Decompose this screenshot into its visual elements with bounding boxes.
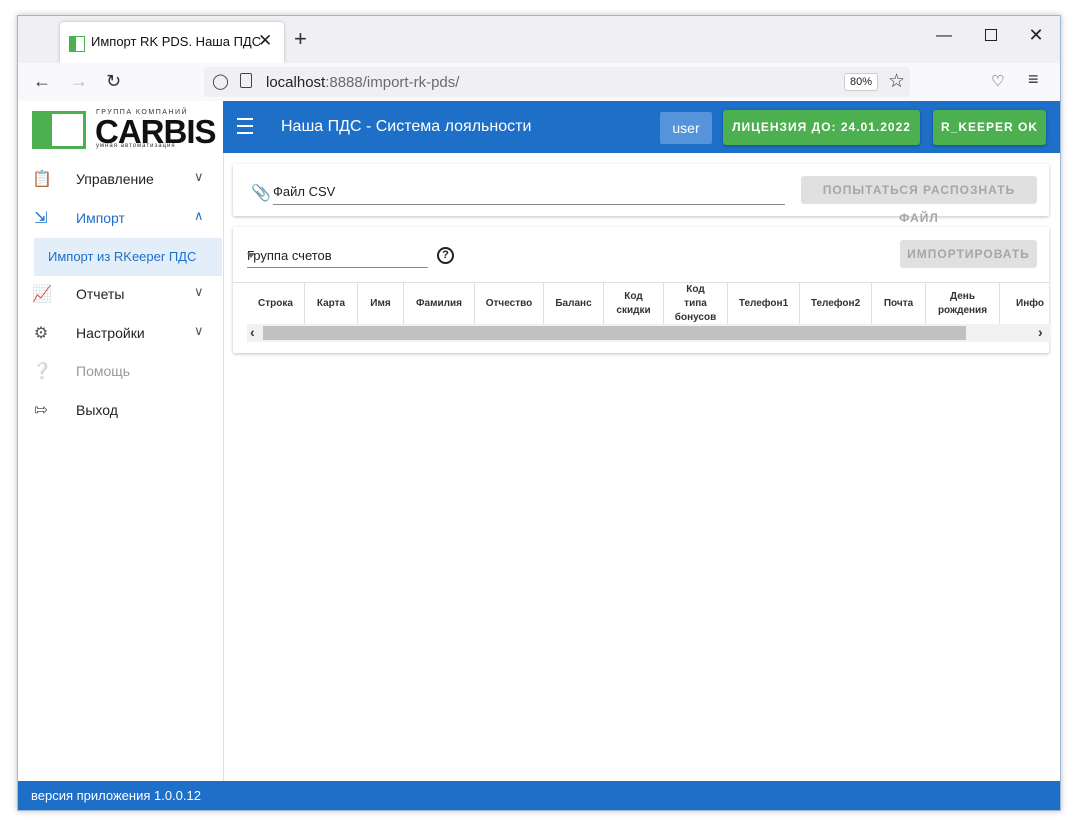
login-icon: ⇲ <box>34 210 48 227</box>
reload-icon[interactable]: ↻ <box>106 71 121 92</box>
minimize-icon[interactable]: — <box>934 27 954 45</box>
app-bar: Наша ПДС - Система лояльности user ЛИЦЕН… <box>223 101 1060 153</box>
close-window-icon[interactable]: ✕ <box>1026 25 1046 46</box>
carbis-logo: ГРУППА КОМПАНИЙ CARBIS умная автоматизац… <box>32 109 217 153</box>
column-header[interactable]: Код типа бонусов <box>664 283 728 325</box>
sidebar-item-label: Настройки <box>76 325 145 341</box>
sidebar-item-import-rkeeper[interactable]: Импорт из RKeeper ПДС <box>34 238 222 276</box>
app-footer: версия приложения 1.0.0.12 <box>18 781 1060 810</box>
scroll-right-icon[interactable]: › <box>1038 324 1043 340</box>
sidebar-item-reports[interactable]: 📈 Отчеты ∨ <box>18 275 222 313</box>
import-card: Группа счетов ? ИМПОРТИРОВАТЬ Строка Кар… <box>233 227 1050 353</box>
sidebar-item-management[interactable]: 📋 Управление ∨ <box>18 160 222 198</box>
column-header[interactable]: День рождения <box>926 283 1000 325</box>
recognize-file-button[interactable]: ПОПЫТАТЬСЯ РАСПОЗНАТЬ ФАЙЛ <box>801 176 1037 225</box>
sidebar-item-help[interactable]: ❔ Помощь <box>18 352 222 390</box>
sidebar-item-import[interactable]: ⇲ Импорт ∧ <box>18 199 222 237</box>
import-table-header: Строка Карта Имя Фамилия Отчество Баланс… <box>233 282 1050 325</box>
maximize-icon[interactable] <box>981 28 1001 46</box>
upload-card: 📎 Файл CSV ПОПЫТАТЬСЯ РАСПОЗНАТЬ ФАЙЛ <box>233 164 1049 225</box>
shield-icon[interactable]: ◯ <box>212 72 229 90</box>
rkeeper-status-button[interactable]: R_KEEPER OK <box>933 110 1046 145</box>
scroll-left-icon[interactable]: ‹ <box>250 324 255 340</box>
license-button[interactable]: ЛИЦЕНЗИЯ ДО: 24.01.2022 <box>723 110 920 145</box>
column-header[interactable]: Строка <box>247 283 305 325</box>
dropdown-arrow-icon <box>247 253 255 258</box>
logo-mark <box>32 111 86 149</box>
app-version: версия приложения 1.0.0.12 <box>31 788 201 803</box>
sidebar-item-label: Выход <box>76 402 118 418</box>
favicon-icon <box>69 36 85 52</box>
address-bar[interactable]: ◯ localhost:8888/import-rk-pds/ 80% ☆ <box>204 67 910 97</box>
chevron-up-icon: ∧ <box>194 208 204 223</box>
column-header[interactable]: Инфо <box>1000 283 1050 325</box>
clipboard-icon: 📋 <box>32 171 52 188</box>
tab-strip: Импорт RK PDS. Наша ПДС ✕ + — ✕ <box>18 16 1060 63</box>
account-group-label: Группа счетов <box>247 248 332 263</box>
url-path: :8888/import-rk-pds/ <box>325 74 460 91</box>
column-header[interactable]: Фамилия <box>404 283 475 325</box>
sidebar-subitem-label: Импорт из RKeeper ПДС <box>48 249 197 264</box>
forward-icon[interactable]: → <box>70 71 88 92</box>
sidebar-item-label: Импорт <box>76 210 125 226</box>
account-group-select[interactable]: Группа счетов <box>247 243 428 268</box>
paperclip-icon[interactable]: 📎 <box>251 183 271 203</box>
column-header[interactable]: Имя <box>358 283 404 325</box>
url-host: localhost <box>266 74 326 91</box>
import-button[interactable]: ИМПОРТИРОВАТЬ <box>900 240 1037 268</box>
csv-file-input[interactable]: Файл CSV <box>273 178 785 205</box>
column-header[interactable]: Код скидки <box>604 283 664 325</box>
url-text[interactable]: localhost:8888/import-rk-pds/ <box>266 74 459 91</box>
scrollbar-thumb[interactable] <box>263 326 966 340</box>
close-tab-icon[interactable]: ✕ <box>258 31 272 51</box>
logout-icon: ⇰ <box>34 402 48 419</box>
user-button[interactable]: user <box>660 112 712 144</box>
sidebar-item-label: Отчеты <box>76 286 125 302</box>
csv-file-label: Файл CSV <box>273 184 336 199</box>
help-circle-icon[interactable]: ? <box>437 247 454 264</box>
page-icon <box>240 73 252 88</box>
column-header[interactable]: Карта <box>305 283 358 325</box>
logo-tagline: умная автоматизация <box>96 143 176 149</box>
column-header[interactable]: Баланс <box>544 283 604 325</box>
sidebar-item-logout[interactable]: ⇰ Выход <box>18 391 222 429</box>
help-icon: ❔ <box>32 363 52 380</box>
sidebar-item-label: Помощь <box>76 363 131 379</box>
sidebar-item-label: Управление <box>76 171 154 187</box>
new-tab-button[interactable]: + <box>294 26 307 52</box>
chart-icon: 📈 <box>32 286 52 303</box>
chevron-down-icon: ∨ <box>194 284 204 299</box>
chevron-down-icon: ∨ <box>194 169 204 184</box>
hamburger-menu-icon[interactable] <box>237 118 253 134</box>
sidebar-item-settings[interactable]: ⚙ Настройки ∨ <box>18 314 222 352</box>
zoom-level[interactable]: 80% <box>844 73 879 91</box>
sidebar: ГРУППА КОМПАНИЙ CARBIS умная автоматизац… <box>18 101 224 781</box>
browser-window: Импорт RK PDS. Наша ПДС ✕ + — ✕ ← → ↻ ◯ … <box>17 15 1061 811</box>
tab-title: Импорт RK PDS. Наша ПДС <box>91 34 262 49</box>
column-header[interactable]: Телефон1 <box>728 283 800 325</box>
bookmark-star-icon[interactable]: ☆ <box>888 70 905 93</box>
column-header[interactable]: Отчество <box>475 283 544 325</box>
horizontal-scrollbar[interactable]: ‹ › <box>247 324 1050 342</box>
navigation-bar: ← → ↻ ◯ localhost:8888/import-rk-pds/ 80… <box>18 63 1060 101</box>
app-title: Наша ПДС - Система лояльности <box>281 118 532 135</box>
pocket-icon[interactable]: ♡ <box>991 72 1004 90</box>
gear-icon: ⚙ <box>33 325 49 342</box>
browser-tab[interactable]: Импорт RK PDS. Наша ПДС ✕ <box>60 22 284 63</box>
column-header[interactable]: Почта <box>872 283 926 325</box>
chevron-down-icon: ∨ <box>194 323 204 338</box>
back-icon[interactable]: ← <box>33 71 51 92</box>
column-header[interactable]: Телефон2 <box>800 283 872 325</box>
menu-icon[interactable]: ≡ <box>1028 69 1039 90</box>
